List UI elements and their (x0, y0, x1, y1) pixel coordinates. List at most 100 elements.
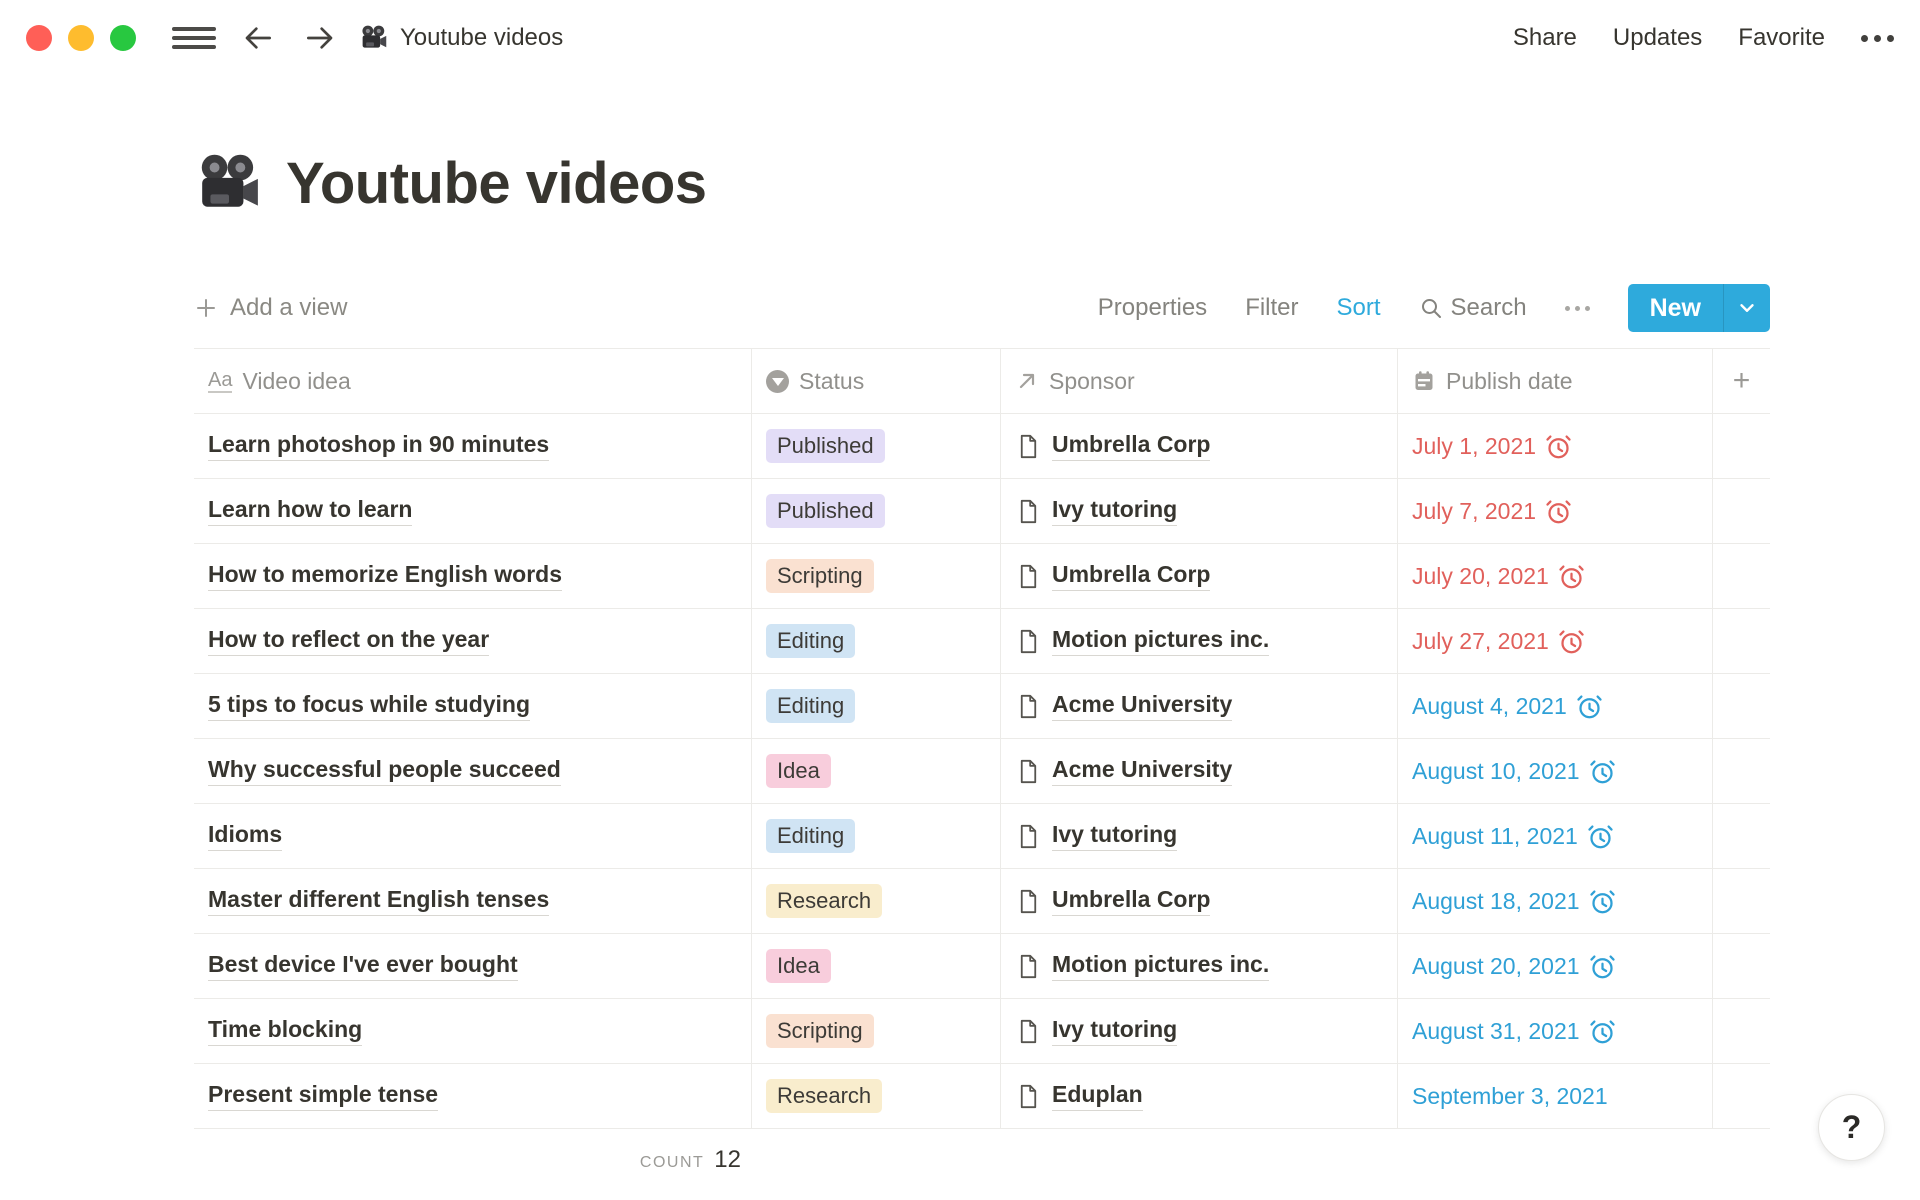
sponsor-cell[interactable]: Umbrella Corp (1000, 869, 1397, 933)
sponsor-cell[interactable]: Ivy tutoring (1000, 999, 1397, 1063)
sponsor-cell[interactable]: Motion pictures inc. (1000, 609, 1397, 673)
back-arrow-icon[interactable] (242, 21, 276, 55)
help-button[interactable]: ? (1818, 1094, 1885, 1161)
favorite-button[interactable]: Favorite (1738, 24, 1825, 52)
video-idea-cell[interactable]: Idioms (194, 804, 751, 868)
alarm-clock-icon (1589, 1018, 1616, 1045)
filter-button[interactable]: Filter (1245, 294, 1298, 322)
publish-date-cell[interactable]: August 20, 2021 (1397, 934, 1712, 998)
alarm-clock-icon (1545, 498, 1572, 525)
video-idea-cell[interactable]: Master different English tenses (194, 869, 751, 933)
page-icon (1015, 758, 1042, 785)
status-cell[interactable]: Research (751, 869, 1000, 933)
video-idea-cell[interactable]: Best device I've ever bought (194, 934, 751, 998)
status-cell[interactable]: Editing (751, 804, 1000, 868)
calendar-property-icon (1412, 369, 1436, 393)
video-idea-cell[interactable]: How to reflect on the year (194, 609, 751, 673)
minimize-window-button[interactable] (68, 25, 94, 51)
breadcrumb-title: Youtube videos (400, 24, 563, 52)
publish-date-cell[interactable]: August 18, 2021 (1397, 869, 1712, 933)
publish-date-cell[interactable]: September 3, 2021 (1397, 1064, 1712, 1128)
sponsor-cell[interactable]: Umbrella Corp (1000, 414, 1397, 478)
forward-arrow-icon[interactable] (302, 21, 336, 55)
status-cell[interactable]: Editing (751, 674, 1000, 738)
search-button[interactable]: Search (1419, 294, 1527, 322)
updates-button[interactable]: Updates (1613, 24, 1702, 52)
properties-button[interactable]: Properties (1098, 294, 1207, 322)
video-idea-cell[interactable]: Present simple tense (194, 1064, 751, 1128)
table-row: 5 tips to focus while studying Editing A… (194, 674, 1770, 739)
publish-date-cell[interactable]: July 1, 2021 (1397, 414, 1712, 478)
publish-date-cell[interactable]: August 10, 2021 (1397, 739, 1712, 803)
page-icon (1015, 433, 1042, 460)
status-badge: Editing (766, 624, 855, 658)
table-row: Time blocking Scripting Ivy tutoring Aug… (194, 999, 1770, 1064)
status-cell[interactable]: Published (751, 479, 1000, 543)
view-more-icon[interactable] (1565, 306, 1590, 311)
video-idea-cell[interactable]: Learn photoshop in 90 minutes (194, 414, 751, 478)
more-icon[interactable] (1861, 35, 1894, 42)
video-idea-cell[interactable]: 5 tips to focus while studying (194, 674, 751, 738)
page-icon (1015, 888, 1042, 915)
window-titlebar: Youtube videos Share Updates Favorite (0, 0, 1920, 76)
video-idea-cell[interactable]: Learn how to learn (194, 479, 751, 543)
column-header-publish-date[interactable]: Publish date (1397, 349, 1712, 413)
plus-icon (194, 296, 218, 320)
page-icon (1015, 953, 1042, 980)
status-cell[interactable]: Idea (751, 739, 1000, 803)
sponsor-cell[interactable]: Umbrella Corp (1000, 544, 1397, 608)
sidebar-menu-icon[interactable] (172, 25, 216, 51)
status-cell[interactable]: Scripting (751, 544, 1000, 608)
close-window-button[interactable] (26, 25, 52, 51)
row-extra-cell (1712, 479, 1770, 543)
page-icon-movie-camera[interactable] (196, 151, 262, 217)
publish-date-cell[interactable]: July 20, 2021 (1397, 544, 1712, 608)
publish-date-cell[interactable]: August 11, 2021 (1397, 804, 1712, 868)
new-button-label[interactable]: New (1628, 284, 1723, 332)
publish-date-cell[interactable]: July 27, 2021 (1397, 609, 1712, 673)
sponsor-cell[interactable]: Ivy tutoring (1000, 479, 1397, 543)
publish-date-value: July 27, 2021 (1412, 628, 1549, 655)
new-dropdown-button[interactable] (1723, 284, 1770, 332)
zoom-window-button[interactable] (110, 25, 136, 51)
status-cell[interactable]: Idea (751, 934, 1000, 998)
column-header-video-idea[interactable]: Aa Video idea (194, 349, 751, 413)
count-calculation[interactable]: COUNT 12 (194, 1146, 751, 1174)
add-column-button[interactable]: + (1712, 349, 1770, 413)
page-icon (1015, 823, 1042, 850)
row-extra-cell (1712, 934, 1770, 998)
sponsor-cell[interactable]: Acme University (1000, 739, 1397, 803)
sponsor-cell[interactable]: Motion pictures inc. (1000, 934, 1397, 998)
publish-date-cell[interactable]: July 7, 2021 (1397, 479, 1712, 543)
sponsor-link: Motion pictures inc. (1052, 626, 1269, 656)
publish-date-cell[interactable]: August 4, 2021 (1397, 674, 1712, 738)
table-row: Learn how to learn Published Ivy tutorin… (194, 479, 1770, 544)
table-header-row: Aa Video idea Status Sponsor Publish dat… (194, 348, 1770, 414)
row-extra-cell (1712, 674, 1770, 738)
video-idea-cell[interactable]: Time blocking (194, 999, 751, 1063)
publish-date-cell[interactable]: August 31, 2021 (1397, 999, 1712, 1063)
traffic-lights (26, 25, 136, 51)
page-icon (1015, 563, 1042, 590)
sponsor-cell[interactable]: Acme University (1000, 674, 1397, 738)
sponsor-cell[interactable]: Ivy tutoring (1000, 804, 1397, 868)
column-header-status[interactable]: Status (751, 349, 1000, 413)
status-cell[interactable]: Editing (751, 609, 1000, 673)
page-icon (1015, 498, 1042, 525)
status-cell[interactable]: Published (751, 414, 1000, 478)
sponsor-cell[interactable]: Eduplan (1000, 1064, 1397, 1128)
alarm-clock-icon (1589, 888, 1616, 915)
status-cell[interactable]: Scripting (751, 999, 1000, 1063)
video-idea-cell[interactable]: How to memorize English words (194, 544, 751, 608)
publish-date-value: July 7, 2021 (1412, 498, 1536, 525)
sort-button[interactable]: Sort (1337, 294, 1381, 322)
video-idea-cell[interactable]: Why successful people succeed (194, 739, 751, 803)
breadcrumb[interactable]: Youtube videos (360, 24, 563, 52)
page-title[interactable]: Youtube videos (286, 150, 707, 217)
add-view-button[interactable]: Add a view (194, 294, 347, 322)
column-header-sponsor[interactable]: Sponsor (1000, 349, 1397, 413)
row-extra-cell (1712, 609, 1770, 673)
share-button[interactable]: Share (1513, 24, 1577, 52)
sponsor-link: Ivy tutoring (1052, 821, 1177, 851)
status-cell[interactable]: Research (751, 1064, 1000, 1128)
